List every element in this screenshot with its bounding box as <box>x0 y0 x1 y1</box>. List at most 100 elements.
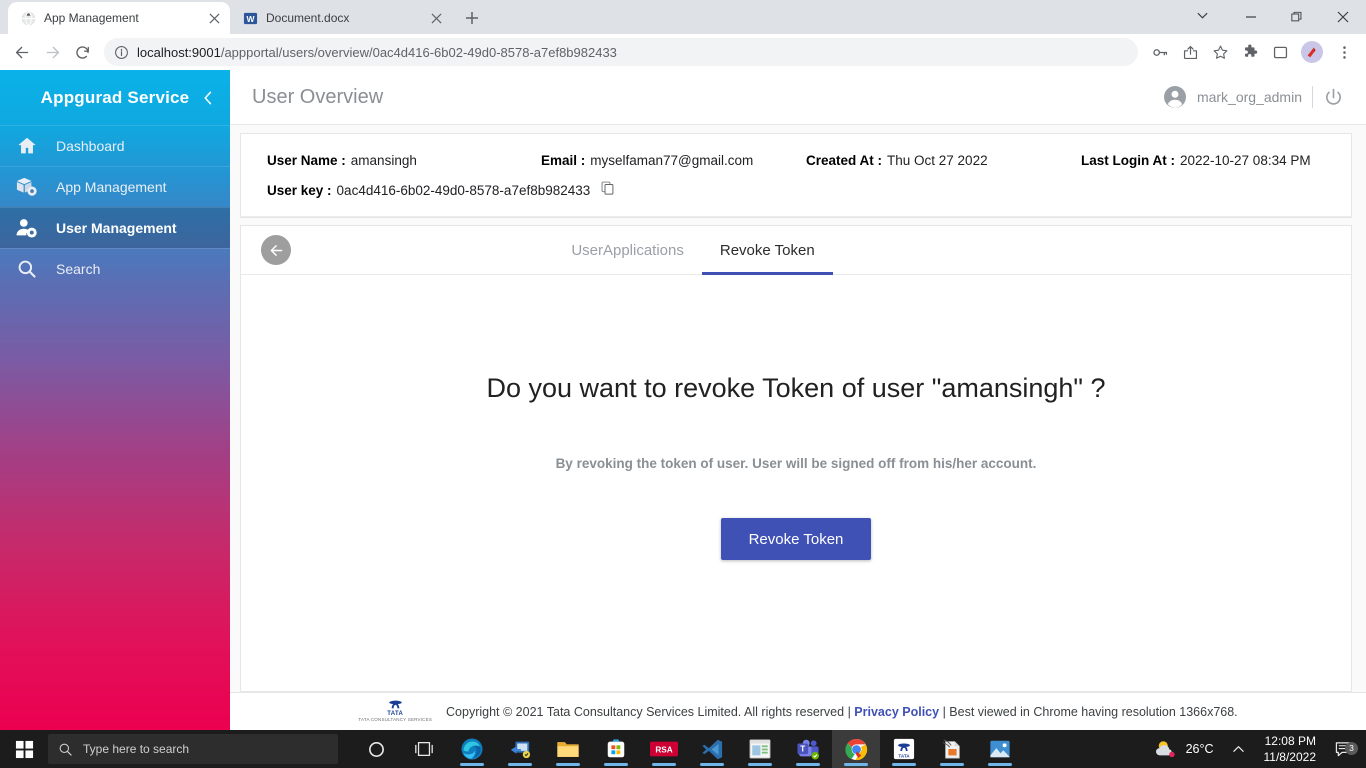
created-at-value: Thu Oct 27 2022 <box>887 153 988 168</box>
new-tab-button[interactable] <box>458 4 486 32</box>
tab-revoke-token[interactable]: Revoke Token <box>701 226 833 275</box>
browser-tab-document[interactable]: W Document.docx <box>230 2 452 34</box>
close-icon[interactable] <box>206 10 222 26</box>
remote-desktop-icon[interactable] <box>496 730 544 768</box>
tata-logo: TATA TATA CONSULTANCY SERVICES <box>358 700 432 723</box>
copyright-text: Copyright © 2021 Tata Consultancy Servic… <box>446 704 851 719</box>
notification-icon[interactable]: 3 <box>1326 741 1360 758</box>
revoke-token-button[interactable]: Revoke Token <box>720 518 872 560</box>
privacy-policy-link[interactable]: Privacy Policy <box>854 705 939 719</box>
revoke-token-body: Do you want to revoke Token of user "ama… <box>241 275 1351 691</box>
window-app-icon[interactable] <box>736 730 784 768</box>
extensions-puzzle-icon[interactable] <box>1236 38 1264 66</box>
windows-start-icon[interactable] <box>0 730 48 768</box>
email-label: Email : <box>541 153 586 168</box>
url-text: localhost:9001/appportal/users/overview/… <box>137 45 617 60</box>
svg-text:W: W <box>246 13 254 23</box>
back-arrow-icon[interactable] <box>8 38 36 66</box>
tab-title: Document.docx <box>266 11 350 25</box>
created-at-field: Created At : Thu Oct 27 2022 <box>806 146 1081 176</box>
window-controls <box>1188 0 1366 34</box>
svg-text:T: T <box>800 744 805 753</box>
revoke-token-card: UserApplications Revoke Token Do you wan… <box>240 225 1352 692</box>
header-account-area: mark_org_admin <box>1163 85 1344 109</box>
weather-widget[interactable]: 26°C <box>1144 739 1224 759</box>
tab-strip: App Management W Document.docx <box>0 0 1366 34</box>
brand-title: Appgurad Service <box>40 87 190 107</box>
svg-text:TATA: TATA <box>898 753 910 758</box>
rsa-icon[interactable]: RSA <box>640 730 688 768</box>
address-bar[interactable]: localhost:9001/appportal/users/overview/… <box>104 38 1138 66</box>
app-box-gear-icon <box>14 176 40 198</box>
sidebar-item-search[interactable]: Search <box>0 248 230 289</box>
clock-time: 12:08 PM <box>1264 734 1316 748</box>
three-dot-menu-icon[interactable] <box>1330 38 1358 66</box>
sidebar-brand: Appgurad Service <box>0 70 230 125</box>
system-tray: 26°C 12:08 PM 11/8/2022 3 <box>1144 733 1366 765</box>
user-name-value: amansingh <box>350 153 417 168</box>
word-icon: W <box>242 10 258 26</box>
taskbar-search-placeholder: Type here to search <box>83 742 190 756</box>
close-icon[interactable] <box>428 10 444 26</box>
user-info-panel: User Name : amansingh Email : myselfaman… <box>240 133 1352 218</box>
maximize-icon[interactable] <box>1274 1 1320 33</box>
main-content: User Overview mark_org_admin User Name:… <box>230 70 1366 730</box>
user-info-bar: User Name : amansingh Email : myselfaman… <box>241 134 1351 217</box>
user-info-row-1: User Name : amansingh Email : myselfaman… <box>241 146 1351 176</box>
page-title: User Overview <box>252 85 384 108</box>
file-explorer-icon[interactable] <box>544 730 592 768</box>
chevron-left-icon[interactable] <box>201 90 216 105</box>
microsoft-store-icon[interactable] <box>592 730 640 768</box>
url-host: localhost:9001 <box>137 44 221 60</box>
sidebar-item-app-management[interactable]: App Management <box>0 166 230 207</box>
user-key-field: User key : 0ac4d416-6b02-49d0-8578-a7ef8… <box>241 176 615 206</box>
sidebar-item-label: App Management <box>56 179 167 195</box>
minimize-icon[interactable] <box>1228 1 1274 33</box>
tata-app-icon[interactable]: TATA <box>880 730 928 768</box>
sidebar-nav: Dashboard App Management User Management <box>0 125 230 289</box>
key-icon[interactable] <box>1146 38 1174 66</box>
forward-arrow-icon[interactable] <box>38 38 66 66</box>
user-name-label: User Name : <box>267 153 346 168</box>
office-file-icon[interactable] <box>928 730 976 768</box>
share-icon[interactable] <box>1176 38 1204 66</box>
user-info-row-2: User key : 0ac4d416-6b02-49d0-8578-a7ef8… <box>241 176 1351 206</box>
temperature-text: 26°C <box>1185 742 1214 756</box>
browser-tab-app-management[interactable]: App Management <box>8 2 230 34</box>
copy-icon[interactable] <box>601 181 615 195</box>
taskbar-search-input[interactable]: Type here to search <box>48 734 338 764</box>
account-circle-icon[interactable] <box>1163 85 1187 109</box>
info-circle-icon[interactable] <box>114 45 129 60</box>
edge-icon[interactable] <box>448 730 496 768</box>
back-arrow-circle-icon[interactable] <box>261 235 291 265</box>
footer-text: Copyright © 2021 Tata Consultancy Servic… <box>446 705 1238 719</box>
clock[interactable]: 12:08 PM 11/8/2022 <box>1254 733 1327 765</box>
photos-icon[interactable] <box>976 730 1024 768</box>
chevron-up-icon[interactable] <box>1224 743 1254 756</box>
search-icon <box>14 258 40 280</box>
sidebar-item-user-management[interactable]: User Management <box>0 207 230 248</box>
last-login-value: 2022-10-27 08:34 PM <box>1180 153 1311 168</box>
partly-cloudy-icon <box>1154 739 1178 759</box>
tab-title: App Management <box>44 11 139 25</box>
power-icon[interactable] <box>1323 87 1344 108</box>
close-icon[interactable] <box>1320 1 1366 33</box>
side-panel-icon[interactable] <box>1266 38 1294 66</box>
chrome-icon[interactable] <box>832 730 880 768</box>
bookmark-star-icon[interactable] <box>1206 38 1234 66</box>
vscode-icon[interactable] <box>688 730 736 768</box>
card-tabs: UserApplications Revoke Token <box>553 226 833 275</box>
profile-avatar-icon[interactable] <box>1301 41 1323 63</box>
reload-icon[interactable] <box>68 38 96 66</box>
tab-search-icon[interactable] <box>1188 2 1216 30</box>
page-footer: TATA TATA CONSULTANCY SERVICES Copyright… <box>230 692 1366 730</box>
sidebar-item-label: Dashboard <box>56 138 125 154</box>
tab-user-applications[interactable]: UserApplications <box>553 226 702 274</box>
task-view-icon[interactable] <box>400 730 448 768</box>
tata-logo-subtitle: TATA CONSULTANCY SERVICES <box>358 717 433 723</box>
sidebar-item-dashboard[interactable]: Dashboard <box>0 125 230 166</box>
user-name-field: User Name : amansingh <box>241 146 541 176</box>
microsoft-teams-icon[interactable]: T <box>784 730 832 768</box>
globe-icon <box>20 10 36 26</box>
cortana-icon[interactable] <box>352 730 400 768</box>
